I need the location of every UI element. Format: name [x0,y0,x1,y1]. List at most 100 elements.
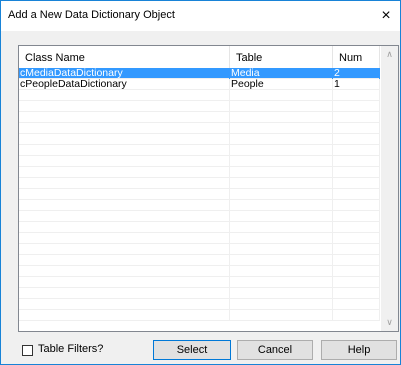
cell-class-name [19,167,230,178]
cell-num [333,244,380,255]
cell-num [333,189,380,200]
cell-class-name [19,244,230,255]
cell-num [333,310,380,321]
cell-num [333,233,380,244]
cell-num [333,167,380,178]
empty-row [19,299,380,310]
cell-class-name [19,178,230,189]
empty-row [19,233,380,244]
cell-class-name [19,112,230,123]
cell-class-name [19,145,230,156]
cell-table [230,233,333,244]
cell-num [333,145,380,156]
cell-num [333,156,380,167]
column-header-class-name[interactable]: Class Name [19,46,230,68]
cell-table [230,90,333,101]
column-header-table[interactable]: Table [230,46,333,68]
dialog-footer: Table Filters? Select Cancel Help [1,337,400,363]
help-button[interactable]: Help [321,340,397,360]
cell-table [230,178,333,189]
cell-class-name [19,101,230,112]
cell-table [230,310,333,321]
cell-class-name [19,222,230,233]
empty-row [19,211,380,222]
cell-num [333,134,380,145]
empty-row [19,112,380,123]
cell-table [230,189,333,200]
cell-num: 1 [333,79,380,90]
cell-class-name [19,156,230,167]
empty-row [19,200,380,211]
chevron-down-icon[interactable]: ∨ [381,314,398,331]
cell-table [230,288,333,299]
cell-table [230,244,333,255]
cell-table [230,277,333,288]
close-icon[interactable]: × [372,1,400,31]
empty-row [19,101,380,112]
cell-class-name [19,299,230,310]
cell-num: 2 [333,68,380,79]
cell-table [230,101,333,112]
list-item[interactable]: cPeopleDataDictionary People 1 [19,79,380,90]
column-header-num[interactable]: Num [333,46,380,68]
cell-class-name [19,233,230,244]
empty-row [19,167,380,178]
empty-row [19,90,380,101]
cell-num [333,112,380,123]
cell-table [230,167,333,178]
cell-table [230,299,333,310]
cell-class-name [19,211,230,222]
empty-row [19,222,380,233]
cell-num [333,101,380,112]
cell-num [333,222,380,233]
table-filters-label[interactable]: Table Filters? [38,343,103,355]
empty-row [19,178,380,189]
cell-class-name: cMediaDataDictionary [19,68,230,79]
cell-table [230,200,333,211]
title-bar: Add a New Data Dictionary Object × [1,1,400,31]
cell-table: People [230,79,333,90]
empty-row [19,255,380,266]
cell-table [230,156,333,167]
cell-num [333,200,380,211]
cell-num [333,277,380,288]
list-item[interactable]: cMediaDataDictionary Media 2 [19,68,380,79]
chevron-up-icon[interactable]: ∧ [381,46,398,63]
table-filters-checkbox[interactable] [22,345,33,356]
cancel-button[interactable]: Cancel [237,340,313,360]
cell-table: Media [230,68,333,79]
cell-class-name [19,255,230,266]
cell-class-name [19,134,230,145]
empty-row [19,156,380,167]
empty-row [19,277,380,288]
cell-class-name [19,288,230,299]
cell-table [230,134,333,145]
empty-row [19,134,380,145]
cell-num [333,266,380,277]
empty-row [19,189,380,200]
vertical-scrollbar[interactable]: ∧ ∨ [381,46,398,331]
cell-table [230,211,333,222]
cell-class-name [19,189,230,200]
cell-num [333,288,380,299]
cell-num [333,211,380,222]
cell-table [230,112,333,123]
cell-class-name: cPeopleDataDictionary [19,79,230,90]
cell-table [230,266,333,277]
list-rows: cMediaDataDictionary Media 2 cPeopleDataDic… [19,68,380,321]
class-list[interactable]: Class Name Table Num cMediaDataDictionar… [18,45,399,332]
cell-class-name [19,123,230,134]
cell-class-name [19,277,230,288]
empty-row [19,310,380,321]
cell-class-name [19,90,230,101]
cell-table [230,145,333,156]
cell-class-name [19,200,230,211]
cell-num [333,255,380,266]
cell-num [333,178,380,189]
empty-row [19,145,380,156]
select-button[interactable]: Select [153,340,231,360]
cell-table [230,123,333,134]
cell-table [230,255,333,266]
cell-num [333,123,380,134]
cell-num [333,299,380,310]
